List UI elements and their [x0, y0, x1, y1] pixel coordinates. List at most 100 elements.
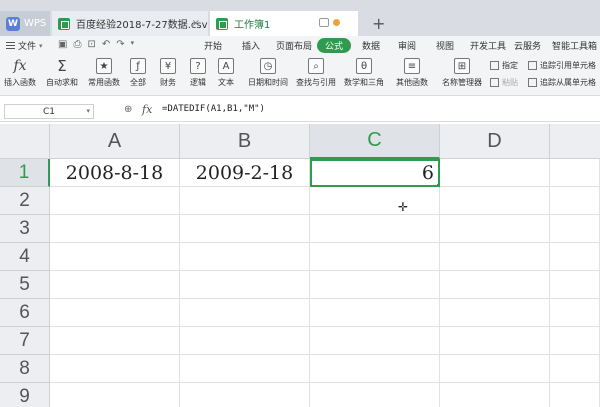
tab-wps-home[interactable]: W WPS [0, 11, 50, 36]
row-header-8[interactable]: 8 [0, 355, 50, 383]
lookup-reference-button[interactable]: ⌕ 查找与引用 [296, 58, 336, 88]
cell-e4[interactable] [550, 243, 600, 271]
undo-icon[interactable]: ↶ [102, 39, 110, 50]
chevron-down-icon[interactable]: ▾ [131, 39, 135, 50]
cell-d1[interactable] [440, 159, 550, 187]
cell-e8[interactable] [550, 355, 600, 383]
cell-e7[interactable] [550, 327, 600, 355]
trace-precedents-button[interactable]: 追踪引用单元格 [528, 60, 596, 71]
row-header-9[interactable]: 9 [0, 383, 50, 407]
cell-e1[interactable] [550, 159, 600, 187]
select-all-corner[interactable] [0, 124, 50, 159]
redo-icon[interactable]: ↷ [116, 39, 124, 50]
save-icon[interactable]: ▣ [58, 39, 67, 50]
cell-a3[interactable] [50, 215, 180, 243]
menu-formulas[interactable]: 公式 [317, 38, 352, 53]
cell-d2[interactable] [440, 187, 550, 215]
file-menu[interactable]: 文件 ▾ [6, 39, 43, 52]
cell-b8[interactable] [180, 355, 310, 383]
column-header-a[interactable]: A [50, 124, 180, 159]
menu-cloud[interactable]: 云服务 [514, 39, 541, 52]
row-header-7[interactable]: 7 [0, 327, 50, 355]
cell-c7[interactable] [310, 327, 440, 355]
print-icon[interactable]: ⎙ [73, 39, 81, 50]
chevron-down-icon[interactable]: ▾ [86, 107, 90, 115]
cell-a7[interactable] [50, 327, 180, 355]
cell-a6[interactable] [50, 299, 180, 327]
row-header-6[interactable]: 6 [0, 299, 50, 327]
comment-icon[interactable] [319, 18, 329, 27]
cell-d6[interactable] [440, 299, 550, 327]
cell-c3[interactable] [310, 215, 440, 243]
menu-home[interactable]: 开始 [204, 39, 222, 52]
specify-button[interactable]: 指定 [490, 60, 518, 71]
cell-c2[interactable] [310, 187, 440, 215]
cell-d5[interactable] [440, 271, 550, 299]
cell-d4[interactable] [440, 243, 550, 271]
cell-e5[interactable] [550, 271, 600, 299]
cell-c5[interactable] [310, 271, 440, 299]
cell-c6[interactable] [310, 299, 440, 327]
cell-e2[interactable] [550, 187, 600, 215]
cell-a8[interactable] [50, 355, 180, 383]
cell-e6[interactable] [550, 299, 600, 327]
cell-c9[interactable] [310, 383, 440, 407]
cell-d9[interactable] [440, 383, 550, 407]
column-header-e[interactable] [550, 124, 600, 159]
cell-e3[interactable] [550, 215, 600, 243]
cell-e9[interactable] [550, 383, 600, 407]
column-header-c[interactable]: C [310, 124, 440, 159]
all-functions-button[interactable]: ƒ 全部 [130, 58, 146, 88]
cell-c1[interactable]: 6 [310, 159, 440, 187]
menu-review[interactable]: 审阅 [398, 39, 416, 52]
name-box[interactable]: C1 ▾ [4, 104, 94, 119]
row-header-5[interactable]: 5 [0, 271, 50, 299]
row-header-1[interactable]: 1 [0, 159, 50, 187]
paste-name-button[interactable]: 粘贴 [490, 77, 518, 88]
common-functions-button[interactable]: ★ 常用函数 [88, 58, 120, 88]
column-header-d[interactable]: D [440, 124, 550, 159]
formula-input[interactable]: =DATEDIF(A1,B1,"M") [162, 104, 265, 114]
menu-developer[interactable]: 开发工具 [470, 39, 506, 52]
cell-b2[interactable] [180, 187, 310, 215]
menu-page-layout[interactable]: 页面布局 [276, 39, 312, 52]
menu-smart-tools[interactable]: 智能工具箱 [552, 39, 597, 52]
menu-insert[interactable]: 插入 [242, 39, 260, 52]
cell-a1[interactable]: 2008-8-18 [50, 159, 180, 187]
cell-a4[interactable] [50, 243, 180, 271]
cell-b1[interactable]: 2009-2-18 [180, 159, 310, 187]
insert-function-button[interactable]: fx 插入函数 [4, 58, 36, 88]
fx-icon[interactable]: fx [142, 103, 152, 116]
zoom-icon[interactable]: ⊕ [124, 104, 132, 115]
trace-dependents-button[interactable]: 追踪从属单元格 [528, 77, 596, 88]
cell-b3[interactable] [180, 215, 310, 243]
cell-a9[interactable] [50, 383, 180, 407]
cell-b6[interactable] [180, 299, 310, 327]
cell-d7[interactable] [440, 327, 550, 355]
tab-workbook1[interactable]: 工作簿1 [210, 11, 358, 36]
tab-close-icon[interactable]: × [192, 18, 200, 29]
cell-b9[interactable] [180, 383, 310, 407]
row-header-3[interactable]: 3 [0, 215, 50, 243]
cell-c4[interactable] [310, 243, 440, 271]
text-button[interactable]: A 文本 [218, 58, 234, 88]
logical-button[interactable]: ? 逻辑 [190, 58, 206, 88]
tab-csv-file[interactable]: 百度经验2018-7-27数据.csv × [52, 11, 208, 36]
date-time-button[interactable]: ◷ 日期和时间 [248, 58, 288, 88]
cell-a5[interactable] [50, 271, 180, 299]
menu-view[interactable]: 视图 [436, 39, 454, 52]
cell-b4[interactable] [180, 243, 310, 271]
cell-b7[interactable] [180, 327, 310, 355]
row-header-4[interactable]: 4 [0, 243, 50, 271]
menu-data[interactable]: 数据 [362, 39, 380, 52]
other-functions-button[interactable]: ≡ 其他函数 [396, 58, 428, 88]
column-header-b[interactable]: B [180, 124, 310, 159]
name-manager-button[interactable]: ⊞ 名称管理器 [442, 58, 482, 88]
financial-button[interactable]: ¥ 财务 [160, 58, 176, 88]
fill-handle[interactable] [436, 183, 438, 185]
row-header-2[interactable]: 2 [0, 187, 50, 215]
autosum-button[interactable]: Σ 自动求和 [46, 57, 78, 88]
cell-d8[interactable] [440, 355, 550, 383]
cell-d3[interactable] [440, 215, 550, 243]
cell-b5[interactable] [180, 271, 310, 299]
